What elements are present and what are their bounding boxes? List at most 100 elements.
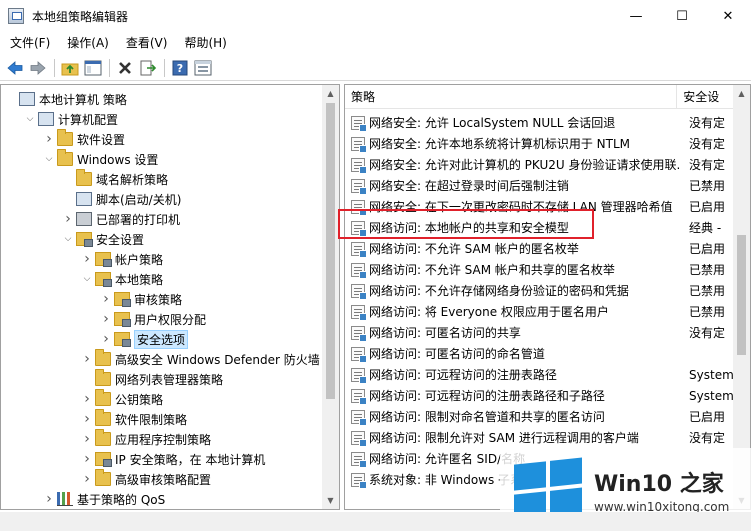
- policy-row[interactable]: 网络访问: 限制允许对 SAM 进行远程调用的客户端 没有定: [345, 427, 735, 448]
- tree-node[interactable]: › 帐户策略: [1, 249, 163, 269]
- tree-scroll-thumb[interactable]: [326, 103, 335, 399]
- tree-node[interactable]: › 软件设置: [1, 129, 125, 149]
- policy-row[interactable]: 网络访问: 可远程访问的注册表路径和子路径 System: [345, 385, 735, 406]
- tree-node[interactable]: 网络列表管理器策略: [1, 369, 223, 389]
- tree-node-label: 高级安全 Windows Defender 防火墙: [115, 352, 320, 367]
- menu-file[interactable]: 文件(F): [3, 32, 57, 54]
- expanded-chevron-icon[interactable]: ⌵: [62, 229, 74, 249]
- maximize-button[interactable]: ☐: [659, 0, 705, 32]
- tree-node-label: 脚本(启动/关机): [96, 192, 182, 207]
- policy-security-setting: 没有定: [689, 431, 726, 445]
- collapsed-chevron-icon[interactable]: ›: [62, 209, 74, 229]
- policy-row[interactable]: 网络访问: 不允许 SAM 帐户和共享的匿名枚举 已禁用: [345, 259, 735, 280]
- list-vertical-scrollbar[interactable]: ▲ ▼: [733, 85, 750, 509]
- tree-node-label: 已部署的打印机: [96, 212, 181, 227]
- policy-row[interactable]: 网络安全: 允许 LocalSystem NULL 会话回退 没有定: [345, 112, 735, 133]
- tree-vertical-scrollbar[interactable]: ▲ ▼: [322, 85, 339, 509]
- policy-row[interactable]: 网络安全: 在超过登录时间后强制注销 已禁用: [345, 175, 735, 196]
- policy-setting-icon: [351, 409, 367, 426]
- policy-row[interactable]: 网络访问: 不允许存储网络身份验证的密码和凭据 已禁用: [345, 280, 735, 301]
- tree-node-label: 计算机配置: [58, 112, 119, 127]
- policy-setting-icon: [351, 325, 367, 342]
- tree-node[interactable]: › 审核策略: [1, 289, 182, 309]
- tree-node[interactable]: › 基于策略的 QoS: [1, 489, 165, 509]
- export-icon[interactable]: [137, 57, 159, 79]
- list-scroll-thumb[interactable]: [737, 235, 746, 355]
- collapsed-chevron-icon[interactable]: ›: [43, 489, 55, 509]
- tree-node[interactable]: › 高级审核策略配置: [1, 469, 211, 489]
- policy-security-setting: 已启用: [689, 200, 726, 214]
- collapsed-chevron-icon[interactable]: ›: [81, 349, 93, 369]
- policy-row[interactable]: 网络访问: 不允许 SAM 帐户的匿名枚举 已启用: [345, 238, 735, 259]
- policy-row[interactable]: 网络访问: 可远程访问的注册表路径 System: [345, 364, 735, 385]
- expanded-chevron-icon[interactable]: ⌵: [24, 109, 36, 129]
- menu-action[interactable]: 操作(A): [60, 32, 116, 54]
- minimize-button[interactable]: —: [613, 0, 659, 32]
- back-icon[interactable]: [4, 57, 26, 79]
- tree-node-label: 公钥策略: [115, 392, 164, 407]
- collapsed-chevron-icon[interactable]: ›: [81, 249, 93, 269]
- policy-row[interactable]: 网络安全: 允许对此计算机的 PKU2U 身份验证请求使用联... 没有定: [345, 154, 735, 175]
- collapsed-chevron-icon[interactable]: ›: [100, 289, 112, 309]
- watermark-title: Win10 之家: [594, 471, 724, 497]
- policy-row[interactable]: 网络安全: 在下一次更改密码时不存储 LAN 管理器哈希值 已启用: [345, 196, 735, 217]
- policy-row[interactable]: 网络访问: 限制对命名管道和共享的匿名访问 已启用: [345, 406, 735, 427]
- collapsed-chevron-icon[interactable]: ›: [81, 429, 93, 449]
- policy-security-setting: System: [689, 367, 734, 382]
- properties-icon[interactable]: [192, 57, 214, 79]
- help-icon[interactable]: ?: [169, 57, 191, 79]
- gpedit-app-icon: [8, 8, 24, 24]
- tree-node[interactable]: › IP 安全策略，在 本地计算机: [1, 449, 265, 469]
- policy-row[interactable]: 网络访问: 本地帐户的共享和安全模型 经典 -: [345, 217, 735, 238]
- policy-row[interactable]: 网络访问: 可匿名访问的命名管道: [345, 343, 735, 364]
- collapsed-chevron-icon[interactable]: ›: [81, 389, 93, 409]
- column-header-security-setting[interactable]: 安全设: [677, 85, 735, 109]
- show-tree-icon[interactable]: [82, 57, 104, 79]
- up-icon[interactable]: [59, 57, 81, 79]
- scroll-up-arrow-icon[interactable]: ▲: [733, 85, 750, 102]
- tree-node[interactable]: › 已部署的打印机: [1, 209, 180, 229]
- collapsed-chevron-icon[interactable]: ›: [43, 129, 55, 149]
- tree-node[interactable]: 域名解析策略: [1, 169, 168, 189]
- expanded-chevron-icon[interactable]: ⌵: [43, 149, 55, 169]
- scroll-down-arrow-icon[interactable]: ▼: [322, 492, 339, 509]
- tree-node[interactable]: › 公钥策略: [1, 389, 163, 409]
- collapsed-chevron-icon[interactable]: ›: [100, 329, 112, 349]
- folder-icon: [95, 469, 111, 486]
- tree-node[interactable]: 本地计算机 策略: [1, 89, 127, 109]
- policy-row[interactable]: 网络访问: 将 Everyone 权限应用于匿名用户 已禁用: [345, 301, 735, 322]
- tree-node[interactable]: ⌵ Windows 设置: [1, 149, 158, 169]
- policy-list-pane[interactable]: 策略 安全设 网络安全: 允许 LocalSystem NULL 会话回退 没有定…: [344, 84, 751, 510]
- scroll-up-arrow-icon[interactable]: ▲: [322, 85, 339, 102]
- toolbar: ?: [0, 55, 751, 81]
- expanded-chevron-icon[interactable]: ⌵: [81, 269, 93, 289]
- close-button[interactable]: ✕: [705, 0, 751, 32]
- policy-row[interactable]: 网络安全: 允许本地系统将计算机标识用于 NTLM 没有定: [345, 133, 735, 154]
- tree-node[interactable]: 脚本(启动/关机): [1, 189, 181, 209]
- menu-view[interactable]: 查看(V): [119, 32, 175, 54]
- tree-node[interactable]: › 软件限制策略: [1, 409, 187, 429]
- tree-node[interactable]: › 高级安全 Windows Defender 防火墙: [1, 349, 320, 369]
- script-icon: [76, 192, 92, 206]
- policy-security-setting: 已启用: [689, 242, 726, 256]
- collapsed-chevron-icon[interactable]: ›: [81, 409, 93, 429]
- folder-icon: [76, 169, 92, 186]
- console-tree-pane[interactable]: 本地计算机 策略 ⌵ 计算机配置 › 软件设置 ⌵ Windows 设置 域名解析策略 脚本(启…: [0, 84, 340, 510]
- tree-node[interactable]: ⌵ 安全设置: [1, 229, 144, 249]
- tree-node[interactable]: › 应用程序控制策略: [1, 429, 211, 449]
- collapsed-chevron-icon[interactable]: ›: [81, 449, 93, 469]
- tree-node-label: 软件设置: [77, 132, 126, 147]
- delete-icon[interactable]: [114, 57, 136, 79]
- policy-row[interactable]: 网络访问: 可匿名访问的共享 没有定: [345, 322, 735, 343]
- forward-icon[interactable]: [27, 57, 49, 79]
- column-header-policy[interactable]: 策略: [345, 85, 678, 109]
- tree-node[interactable]: ⌵ 计算机配置: [1, 109, 118, 129]
- collapsed-chevron-icon[interactable]: ›: [81, 469, 93, 489]
- tree-node[interactable]: › 安全选项: [1, 329, 189, 349]
- list-header: 策略 安全设: [345, 85, 735, 109]
- collapsed-chevron-icon[interactable]: ›: [100, 309, 112, 329]
- tree-node[interactable]: ⌵ 本地策略: [1, 269, 163, 289]
- tree-node[interactable]: › 用户权限分配: [1, 309, 206, 329]
- menu-help[interactable]: 帮助(H): [177, 32, 233, 54]
